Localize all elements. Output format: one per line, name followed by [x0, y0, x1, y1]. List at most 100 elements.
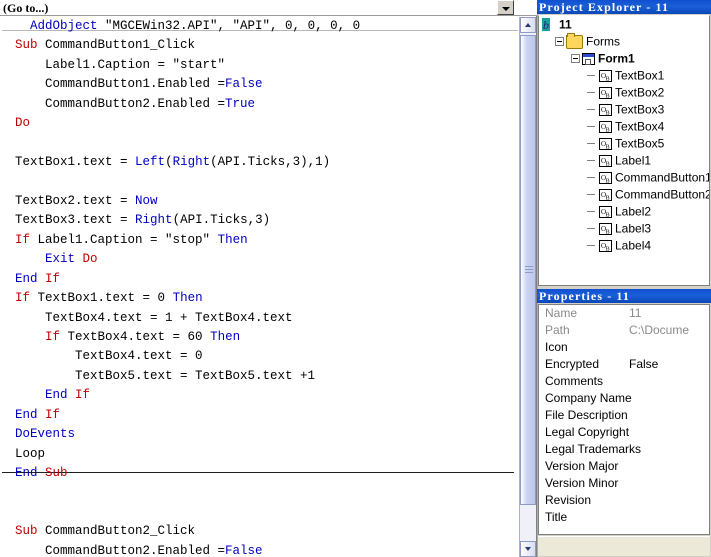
tree-item-label: TextBox4 [615, 119, 665, 134]
code-line: If TextBox1.text = 0 Then [0, 289, 360, 308]
chevron-down-icon[interactable] [520, 541, 536, 557]
tree-item-textbox4[interactable]: OB TextBox4 [539, 118, 709, 135]
code-token: TextBox1.text = [15, 155, 136, 170]
code-token: End [15, 407, 46, 422]
property-row[interactable]: Legal Trademarks [539, 441, 709, 458]
tree-item-root[interactable]: b 11 [539, 16, 709, 33]
code-line: CommandButton1.Enabled =False [0, 75, 360, 94]
code-token: Sub [15, 524, 46, 539]
property-name: Legal Copyright [545, 425, 630, 439]
property-value[interactable]: False [629, 356, 658, 373]
code-scroll-area[interactable]: AddObject "MGCEWin32.API", "API", 0, 0, … [0, 17, 520, 557]
project-tree[interactable]: b 11 Forms Form1 OB TextBox1 OB TextBox2 OB TextB… [539, 16, 709, 254]
property-row[interactable]: Revision [539, 492, 709, 509]
code-token: If [45, 330, 68, 344]
folder-icon [566, 32, 583, 49]
property-name: Version Minor [545, 476, 619, 490]
code-vertical-scrollbar[interactable] [519, 17, 536, 557]
tree-connector [587, 67, 599, 84]
tree-item-label1[interactable]: OB Label1 [539, 152, 709, 169]
project-explorer-body[interactable]: b 11 Forms Form1 OB TextBox1 OB TextBox2 OB TextB… [538, 15, 710, 286]
code-token: TextBox4.text = 1 + TextBox4.text [45, 310, 293, 325]
property-row[interactable]: Encrypted False [539, 356, 709, 373]
property-row[interactable]: Path C:\Docume [539, 322, 709, 339]
tree-item-label: Label1 [615, 153, 652, 168]
tree-item-commandbutton2[interactable]: OB CommandButton2 [539, 186, 709, 203]
code-line: End Sub [0, 464, 360, 483]
code-editor-pane: (Go to...) AddObject "MGCEWin32.API", "A… [0, 0, 537, 557]
property-row[interactable]: File Description [539, 407, 709, 424]
goto-bar: (Go to...) [0, 0, 537, 16]
code-token: Now [135, 193, 158, 208]
property-row[interactable]: Version Major [539, 458, 709, 475]
tree-item-textbox5[interactable]: OB TextBox5 [539, 135, 709, 152]
property-row[interactable]: Name 11 [539, 305, 709, 322]
object-icon: OB [599, 239, 612, 252]
object-icon: OB [599, 154, 612, 167]
tree-connector [587, 186, 599, 203]
code-token: If [15, 291, 38, 306]
project-explorer-panel: Project Explorer - 11 b 11 Forms Form1 OB Tex… [537, 0, 711, 287]
code-token: If [45, 271, 61, 286]
object-icon: OB [599, 103, 612, 116]
property-row[interactable]: Version Minor [539, 475, 709, 492]
expander-minus-icon[interactable] [571, 54, 580, 64]
property-value[interactable]: 11 [629, 305, 641, 322]
tree-item-form1[interactable]: Form1 [539, 50, 709, 67]
tree-item-label: TextBox1 [615, 68, 665, 83]
chevron-down-icon[interactable] [497, 0, 514, 15]
tree-item-forms[interactable]: Forms [539, 32, 709, 50]
code-token: AddObject [30, 19, 106, 33]
object-icon: OB [599, 137, 612, 150]
property-row[interactable]: Icon [539, 339, 709, 356]
code-token: End [15, 466, 46, 481]
tree-item-label2[interactable]: OB Label2 [539, 203, 709, 220]
tree-item-commandbutton1[interactable]: OB CommandButton1 [539, 169, 709, 186]
tree-item-label: TextBox2 [615, 85, 665, 100]
code-line: Do [0, 114, 360, 133]
property-row[interactable]: Legal Copyright [539, 424, 709, 441]
properties-title: Properties - 11 [537, 289, 711, 303]
tree-item-textbox2[interactable]: OB TextBox2 [539, 84, 709, 101]
chevron-up-icon[interactable] [520, 17, 536, 33]
properties-panel: Properties - 11 Name 11 Path C:\Docume Icon E… [537, 289, 711, 557]
code-line: CommandButton2.Enabled =True [0, 95, 360, 114]
tree-connector [587, 169, 599, 186]
code-token: If [15, 232, 38, 247]
code-text[interactable]: AddObject "MGCEWin32.API", "API", 0, 0, … [0, 17, 360, 557]
code-line: End If [0, 406, 360, 425]
properties-grid[interactable]: Name 11 Path C:\Docume Icon Encrypted False Com… [538, 304, 710, 535]
property-name: Title [545, 510, 568, 524]
tree-item-textbox3[interactable]: OB TextBox3 [539, 101, 709, 118]
goto-label: (Go to...) [3, 1, 49, 15]
vb-ide-window: (Go to...) AddObject "MGCEWin32.API", "A… [0, 0, 711, 557]
property-value[interactable]: C:\Docume [629, 322, 689, 339]
property-row[interactable]: Company Name [539, 390, 709, 407]
code-line: Sub CommandButton1_Click [0, 36, 360, 55]
tree-item-label: Label4 [615, 238, 652, 253]
property-name: Name [545, 306, 578, 320]
code-token: CommandButton2.Enabled = [45, 96, 226, 111]
code-line: TextBox4.text = 0 [0, 347, 360, 366]
tree-item-textbox1[interactable]: OB TextBox1 [539, 67, 709, 84]
tree-item-label3[interactable]: OB Label3 [539, 220, 709, 237]
code-token: End [15, 271, 46, 286]
object-icon: OB [599, 222, 612, 235]
tree-item-label: TextBox5 [615, 136, 665, 151]
code-token: Right [135, 213, 173, 228]
tree-item-label: 11 [559, 17, 572, 32]
property-name: Icon [545, 340, 568, 354]
property-row[interactable]: Title [539, 509, 709, 526]
expander-minus-icon[interactable] [555, 37, 564, 47]
code-token: (API.Ticks,3) [172, 213, 271, 228]
tree-item-label4[interactable]: OB Label4 [539, 237, 709, 254]
property-name: Path [545, 323, 570, 337]
property-row[interactable]: Comments [539, 373, 709, 390]
scrollbar-thumb[interactable] [520, 35, 536, 505]
properties-footer [538, 536, 710, 556]
project-icon: b [542, 18, 556, 32]
tree-item-label: Label3 [615, 221, 652, 236]
code-line: TextBox3.text = Right(API.Ticks,3) [0, 211, 360, 230]
